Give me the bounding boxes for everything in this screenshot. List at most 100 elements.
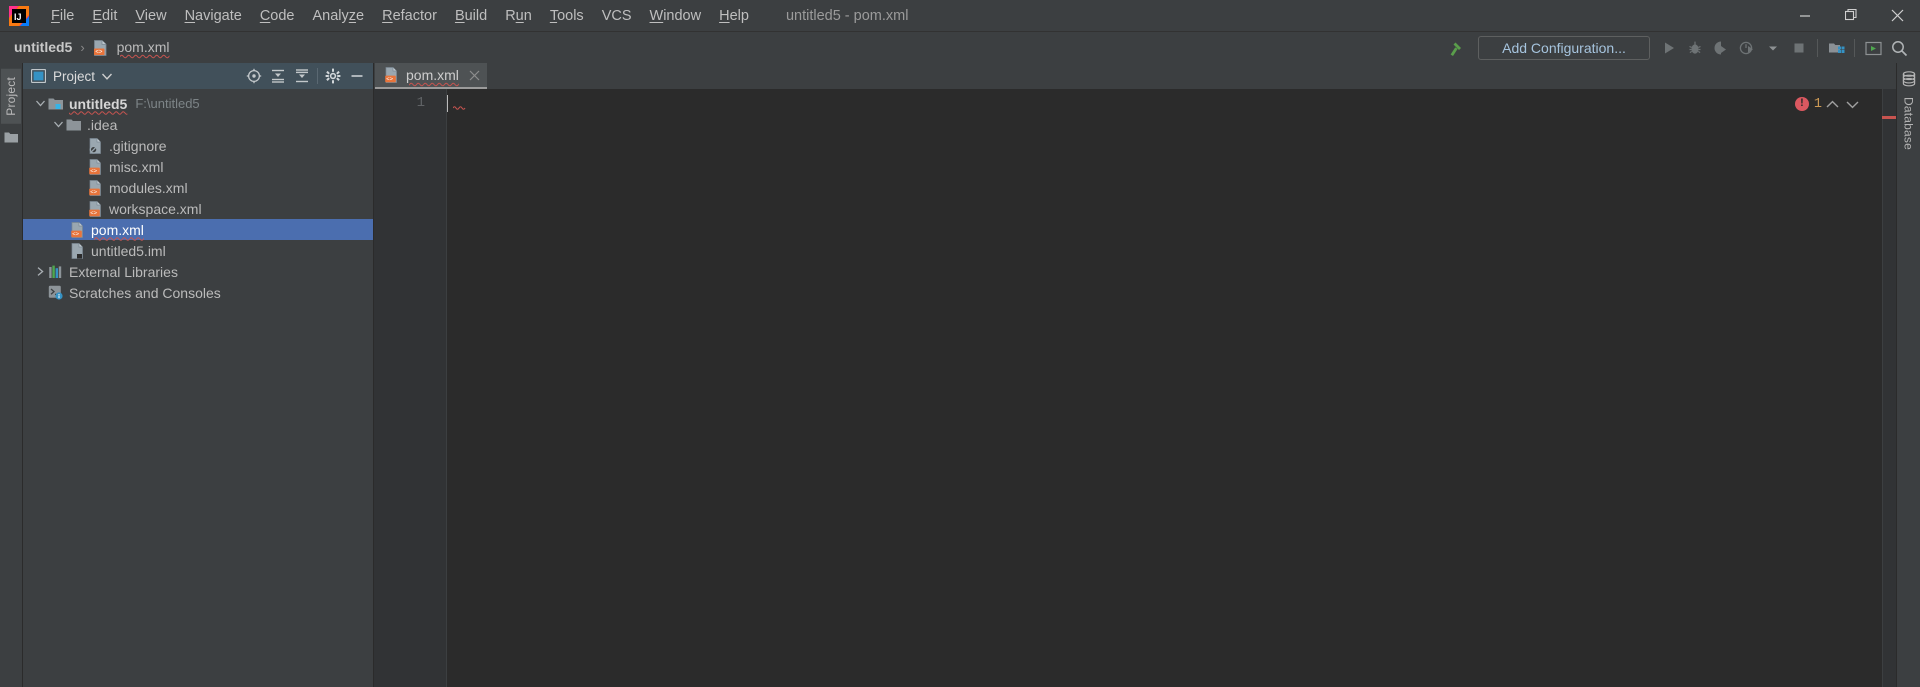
add-configuration-button[interactable]: Add Configuration... <box>1478 36 1650 60</box>
module-folder-icon <box>47 97 65 111</box>
menu-navigate[interactable]: Navigate <box>176 4 251 28</box>
xml-file-icon: <> <box>87 158 105 175</box>
next-problem-button[interactable] <box>1842 94 1862 114</box>
intellij-idea-logo-icon: IJ <box>8 5 30 27</box>
target-crosshair-icon[interactable] <box>242 65 266 87</box>
minimize-icon[interactable] <box>1782 0 1828 31</box>
close-icon[interactable] <box>469 70 480 81</box>
chevron-down-icon[interactable] <box>1760 35 1786 61</box>
editor-body: 1 ! 1 <box>374 89 1896 687</box>
expand-all-icon[interactable] <box>266 65 290 87</box>
minimize-dash-icon[interactable] <box>345 65 369 87</box>
tree-node-gitignore[interactable]: .gitignore <box>23 135 373 156</box>
error-count: 1 <box>1813 96 1822 112</box>
window-controls <box>1782 0 1920 31</box>
line-number-gutter: 1 <box>374 89 435 687</box>
left-tool-rail: Project <box>0 63 23 687</box>
tree-node-workspace-xml[interactable]: <> workspace.xml <box>23 198 373 219</box>
project-structure-icon[interactable] <box>1823 35 1849 61</box>
toolbar-divider-2 <box>1854 39 1855 57</box>
tree-node-misc-xml[interactable]: <> misc.xml <box>23 156 373 177</box>
menu-help[interactable]: Help <box>710 4 758 28</box>
tool-window-tab-label: Project <box>4 77 18 116</box>
database-icon[interactable] <box>1901 71 1917 87</box>
code-editor[interactable]: ! 1 <box>447 89 1882 687</box>
main-body: Project Project untitled5 F:\untitled5 .… <box>0 63 1920 687</box>
tree-node-idea[interactable]: .idea <box>23 114 373 135</box>
chevron-down-icon[interactable] <box>102 73 113 80</box>
tree-node-label: modules.xml <box>109 179 188 196</box>
svg-text:<>: <> <box>90 210 97 216</box>
sidebar-item-project[interactable]: Project <box>1 69 21 124</box>
run-with-coverage-icon[interactable] <box>1708 35 1734 61</box>
menu-view[interactable]: View <box>126 4 175 28</box>
menu-file[interactable]: FFileile <box>42 4 83 28</box>
xml-file-icon: <> <box>384 67 400 83</box>
tree-node-label: Scratches and Consoles <box>69 284 221 301</box>
tree-node-label: untitled5 <box>69 95 128 112</box>
close-icon[interactable] <box>1874 0 1920 31</box>
error-stripe-mark[interactable] <box>1882 116 1896 119</box>
menu-window[interactable]: Window <box>641 4 711 28</box>
xml-file-icon: <> <box>93 40 108 57</box>
panel-divider <box>317 68 318 84</box>
right-tool-rail: Database <box>1896 63 1920 687</box>
previous-problem-button[interactable] <box>1822 94 1842 114</box>
tab-pom-xml[interactable]: <> pom.xml <box>375 63 487 89</box>
run-toolbar: Add Configuration... <box>1442 32 1912 64</box>
terminal-icon[interactable] <box>1860 35 1886 61</box>
sidebar-item-database[interactable]: Database <box>1899 93 1919 154</box>
build-hammer-icon[interactable] <box>1442 35 1468 61</box>
menu-build[interactable]: Build <box>446 4 496 28</box>
profiler-icon[interactable] <box>1734 35 1760 61</box>
menu-code[interactable]: Code <box>251 4 304 28</box>
menu-vcs[interactable]: VCS <box>593 4 641 28</box>
svg-text:IJ: IJ <box>14 12 22 22</box>
analysis-scrollbar[interactable] <box>1882 89 1896 687</box>
stop-square-icon[interactable] <box>1786 35 1812 61</box>
breadcrumb-separator: › <box>80 39 85 55</box>
tree-node-label: pom.xml <box>91 221 144 238</box>
tree-node-untitled5-iml[interactable]: untitled5.iml <box>23 240 373 261</box>
tree-node-scratches-and-consoles[interactable]: Scratches and Consoles <box>23 282 373 303</box>
error-circle-icon: ! <box>1794 97 1809 111</box>
tree-node-external-libraries[interactable]: External Libraries <box>23 261 373 282</box>
error-squiggle <box>453 105 467 110</box>
tree-node-pom-xml[interactable]: <> pom.xml <box>23 219 373 240</box>
project-tree: untitled5 F:\untitled5 .idea .gitignore … <box>23 89 373 687</box>
tree-node-modules-xml[interactable]: <> modules.xml <box>23 177 373 198</box>
code-folding-strip[interactable] <box>435 89 447 687</box>
maximize-icon[interactable] <box>1828 0 1874 31</box>
search-icon[interactable] <box>1886 35 1912 61</box>
menu-refactor[interactable]: Refactor <box>373 4 446 28</box>
tree-node-label: workspace.xml <box>109 200 202 217</box>
intellij-idea-window: IJ FFileile Edit View Navigate Code Anal… <box>0 0 1920 687</box>
tree-node-path: F:\untitled5 <box>135 96 200 111</box>
collapse-all-icon[interactable] <box>290 65 314 87</box>
gear-icon[interactable] <box>321 65 345 87</box>
toolbar-divider <box>1817 39 1818 57</box>
svg-text:<>: <> <box>95 50 103 56</box>
error-badge[interactable]: ! 1 <box>1794 96 1822 112</box>
window-title: untitled5 - pom.xml <box>785 7 909 24</box>
chevron-down-icon[interactable] <box>51 121 65 128</box>
tree-node-untitled5[interactable]: untitled5 F:\untitled5 <box>23 93 373 114</box>
folder-icon[interactable] <box>4 131 19 144</box>
xml-file-icon: <> <box>87 179 105 196</box>
text-caret <box>447 95 448 112</box>
run-play-icon[interactable] <box>1656 35 1682 61</box>
menu-run[interactable]: Run <box>496 4 541 28</box>
breadcrumb-file[interactable]: <> pom.xml <box>89 37 174 58</box>
menu-edit[interactable]: Edit <box>83 4 126 28</box>
breadcrumb-project[interactable]: untitled5 <box>10 37 76 57</box>
chevron-down-icon[interactable] <box>33 100 47 107</box>
debug-bug-icon[interactable] <box>1682 35 1708 61</box>
folder-icon <box>65 118 83 132</box>
menu-tools[interactable]: Tools <box>541 4 593 28</box>
chevron-right-icon[interactable] <box>33 267 47 276</box>
menu-analyze[interactable]: Analyze <box>304 4 374 28</box>
xml-file-icon: <> <box>87 200 105 217</box>
tree-node-label: .idea <box>87 116 118 133</box>
svg-text:<>: <> <box>386 77 393 83</box>
project-panel-title: Project <box>53 68 96 84</box>
